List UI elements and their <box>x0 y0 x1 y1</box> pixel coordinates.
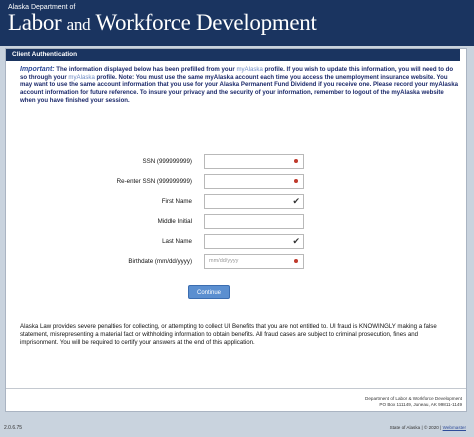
ssn-input[interactable] <box>204 154 304 169</box>
title-labor: Labor <box>8 10 62 35</box>
important-notice: Important: The information displayed bel… <box>20 66 458 105</box>
middle-initial-input[interactable] <box>204 214 304 229</box>
last-name-label: Last Name <box>162 238 192 245</box>
last-name-input[interactable]: ✔ <box>204 234 304 249</box>
version-number: 2.0.6.75 <box>4 425 23 431</box>
notice-text-a: The information displayed below has been… <box>54 66 237 73</box>
required-icon <box>294 179 298 183</box>
checkmark-icon: ✔ <box>292 236 300 246</box>
copyright-text: State of Alaska | © 2020 | <box>389 425 443 430</box>
myalaska-link-1[interactable]: myAlaska <box>236 66 262 73</box>
title-workforce: Workforce Development <box>95 10 317 35</box>
first-name-label: First Name <box>161 198 192 205</box>
ssn-label: SSN (999999999) <box>142 158 192 165</box>
reenter-ssn-label: Re-enter SSN (999999999) <box>116 178 192 185</box>
checkmark-icon: ✔ <box>292 196 300 206</box>
first-name-input[interactable]: ✔ <box>204 194 304 209</box>
birthdate-input[interactable]: mm/dd/yyyy <box>204 254 304 269</box>
footer-divider <box>6 388 466 389</box>
title-and: and <box>66 15 91 34</box>
important-label: Important: <box>20 66 55 73</box>
middle-initial-label: Middle Initial <box>157 218 192 225</box>
reenter-ssn-input[interactable] <box>204 174 304 189</box>
required-icon <box>294 159 298 163</box>
continue-button[interactable]: Continue <box>188 285 230 299</box>
birthdate-label: Birthdate (mm/dd/yyyy) <box>128 258 192 265</box>
birthdate-placeholder: mm/dd/yyyy <box>209 258 239 264</box>
panel-title: Client Authentication <box>6 49 460 61</box>
site-title: Labor and Workforce Development <box>8 10 317 36</box>
myalaska-link-2[interactable]: myAlaska <box>68 74 94 81</box>
required-icon <box>294 259 298 263</box>
status-bar: State of Alaska | © 2020 | Webmaster <box>390 425 466 430</box>
footer-address: Department of Labor & Workforce Developm… <box>365 396 462 408</box>
header-banner: Alaska Department of Labor and Workforce… <box>0 0 474 46</box>
fraud-warning: Alaska Law provides severe penalties for… <box>20 323 437 346</box>
footer-address-line2: PO Box 111149, Juneau, AK 99811-1149 <box>379 402 462 408</box>
webmaster-link[interactable]: Webmaster <box>443 425 466 430</box>
